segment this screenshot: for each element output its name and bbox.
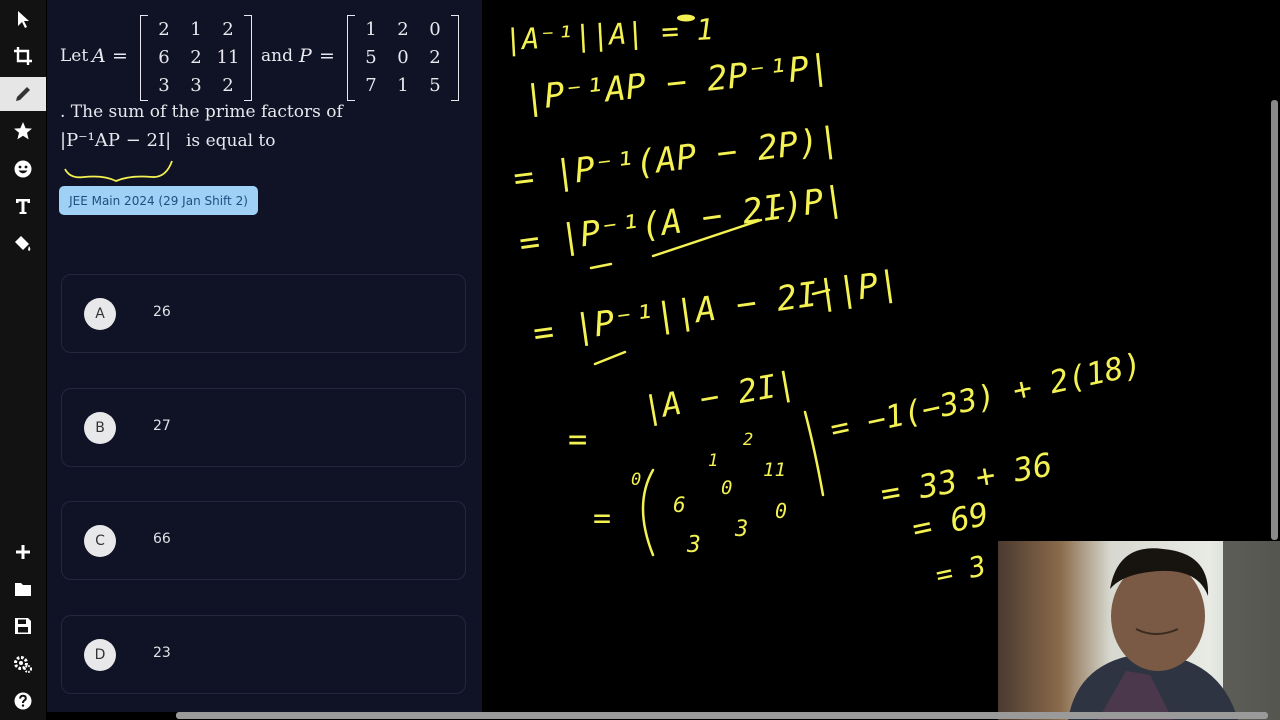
matrix-cell: 2 xyxy=(429,47,441,68)
text-tool[interactable] xyxy=(0,189,46,223)
matrix-p: 1 2 0 5 0 2 7 1 5 xyxy=(347,15,459,101)
folder-icon xyxy=(15,583,31,596)
matrix-a: 2 1 2 6 2 11 3 3 2 xyxy=(140,15,252,101)
help-icon xyxy=(14,692,32,710)
option-a[interactable]: A 26 xyxy=(61,274,466,353)
pointer-icon xyxy=(18,11,29,28)
open-button[interactable] xyxy=(0,572,46,606)
det-cell: 11 xyxy=(763,459,786,481)
option-c[interactable]: C 66 xyxy=(61,501,466,580)
ink-blob xyxy=(677,14,695,22)
save-button[interactable] xyxy=(0,609,46,643)
matrix-cell: 7 xyxy=(365,75,377,96)
vertical-scrollbar[interactable] xyxy=(1271,100,1278,540)
matrix-cell: 6 xyxy=(158,47,170,68)
matrix-cell: 5 xyxy=(365,47,377,68)
board-line: = |P⁻¹||A − 2I||P| xyxy=(531,263,901,354)
det-cell: 3 xyxy=(734,517,748,542)
det-cell: 3 xyxy=(686,532,701,558)
option-value: 66 xyxy=(153,531,171,547)
settings-button[interactable] xyxy=(0,647,46,681)
pencil-icon xyxy=(16,87,30,101)
pointer-tool[interactable] xyxy=(0,2,46,36)
paint-bucket-icon xyxy=(15,236,31,251)
det-bar-left xyxy=(641,468,655,557)
matrix-cell: 2 xyxy=(158,19,170,40)
matrix-bracket-left xyxy=(347,15,355,101)
matrix-cell: 2 xyxy=(397,19,409,40)
webcam-overlay xyxy=(998,541,1280,720)
var-p: P xyxy=(299,45,312,67)
help-button[interactable] xyxy=(0,684,46,718)
matrix-bracket-right xyxy=(244,15,252,101)
horizontal-scrollbar[interactable] xyxy=(176,712,1268,719)
matrix-cell: 3 xyxy=(190,75,202,96)
option-value: 26 xyxy=(153,304,171,320)
option-letter: A xyxy=(84,298,116,330)
option-value: 27 xyxy=(153,418,171,434)
and-text: and xyxy=(261,46,293,66)
board-line: = 3 xyxy=(933,549,989,592)
board-line: |A − 2I| xyxy=(640,364,798,428)
option-letter: D xyxy=(84,639,116,671)
fill-tool[interactable] xyxy=(0,227,46,261)
det-cell: 0 xyxy=(721,477,732,499)
smiley-icon xyxy=(14,160,32,178)
matrix-bracket-right xyxy=(451,15,459,101)
underline-stroke xyxy=(593,350,627,366)
board-line-equals: = xyxy=(593,501,611,536)
equals-p: = xyxy=(319,45,335,67)
var-a: A xyxy=(92,45,106,67)
matrix-cell: 2 xyxy=(222,19,234,40)
matrix-cell: 5 xyxy=(429,75,441,96)
option-letter: B xyxy=(84,412,116,444)
matrix-bracket-left xyxy=(140,15,148,101)
settings-icon xyxy=(14,656,32,673)
sticker-tool[interactable] xyxy=(0,152,46,186)
det-cell: 0 xyxy=(775,499,787,523)
matrix-cell: 11 xyxy=(216,47,240,68)
det-cell: 2 xyxy=(743,430,753,450)
underline-stroke xyxy=(589,262,613,270)
option-d[interactable]: D 23 xyxy=(61,615,466,694)
let-text: Let xyxy=(60,46,89,66)
star-icon xyxy=(14,122,32,140)
matrix-cell: 1 xyxy=(397,75,409,96)
equals-a: = xyxy=(112,45,128,67)
matrix-cell: 3 xyxy=(158,75,170,96)
add-page-button[interactable] xyxy=(0,535,46,569)
drawing-toolbar xyxy=(0,0,46,720)
shapes-tool[interactable] xyxy=(0,114,46,148)
plus-icon xyxy=(16,545,30,559)
option-letter: C xyxy=(84,525,116,557)
crop-icon xyxy=(14,47,32,65)
matrix-cell: 0 xyxy=(429,19,441,40)
pencil-tool[interactable] xyxy=(0,77,46,111)
question-line-2: . The sum of the prime factors of xyxy=(60,102,343,122)
option-b[interactable]: B 27 xyxy=(61,388,466,467)
matrix-cell: 1 xyxy=(365,19,377,40)
matrix-cell: 1 xyxy=(190,19,202,40)
question-line-3: is equal to xyxy=(186,131,276,151)
matrix-cell: 2 xyxy=(222,75,234,96)
matrix-cell: 2 xyxy=(190,47,202,68)
annotation-brace xyxy=(64,160,173,182)
exam-tag[interactable]: JEE Main 2024 (29 Jan Shift 2) xyxy=(59,186,258,215)
board-line: |P⁻¹AP − 2P⁻¹P| xyxy=(522,47,832,119)
det-cell: 1 xyxy=(708,451,718,471)
det-bar-right xyxy=(803,410,825,497)
matrix-cell: 0 xyxy=(397,47,409,68)
board-line: = xyxy=(568,420,587,458)
board-line: = −1(−33) + 2(18) xyxy=(827,347,1145,448)
save-icon xyxy=(15,618,31,634)
text-icon xyxy=(16,199,30,214)
det-cell: 6 xyxy=(673,493,686,517)
determinant-expression: |P⁻¹AP − 2I| xyxy=(60,130,172,151)
det-cell: 0 xyxy=(631,470,641,490)
option-value: 23 xyxy=(153,645,171,661)
crop-tool[interactable] xyxy=(0,39,46,73)
